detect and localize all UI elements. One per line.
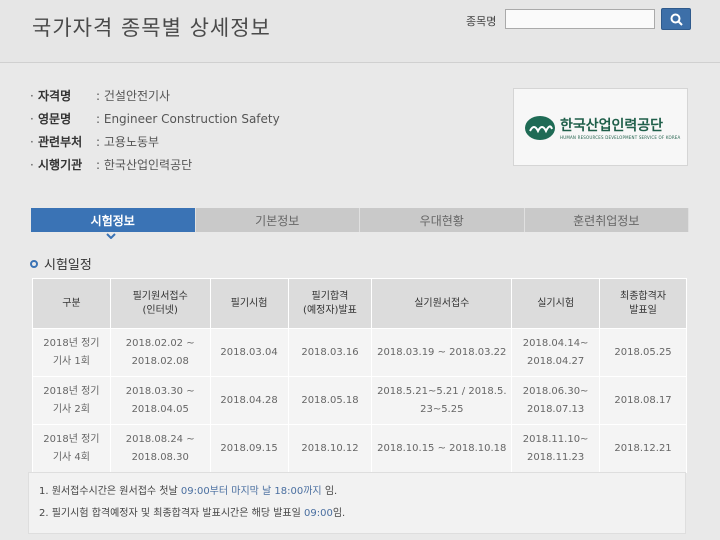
table-cell: 2018.09.15 <box>209 424 289 473</box>
search-input[interactable] <box>505 9 655 29</box>
info-label: 시행기관 <box>38 158 83 172</box>
note-item: 2. 필기시험 합격예정자 및 최종합격자 발표시간은 해당 발표일 09:00… <box>39 508 346 519</box>
table-cell: 2018.03.30 ~ 2018.04.05 <box>109 376 211 425</box>
info-row-english: · 영문명 : Engineer Construction Safety <box>30 111 280 127</box>
table-cell: 2018.04.14~ 2018.04.27 <box>511 328 601 377</box>
note-item: 1. 원서접수시간은 원서접수 첫날 09:00부터 마지막 날 18:00까지… <box>39 486 338 497</box>
info-row-ministry: · 관련부처 : 고용노동부 <box>30 134 160 150</box>
table-cell: 2018년 정기 기사 2회 <box>32 376 111 425</box>
column-header: 필기합격 (예정자)발표 <box>287 278 373 329</box>
table-cell: 2018.05.18 <box>287 376 373 425</box>
tab-bar: 시험정보 기본정보 우대현황 훈련취업정보 <box>31 208 689 232</box>
table-row: 2018년 정기 기사 4회 2018.08.24 ~ 2018.08.30 2… <box>32 424 687 473</box>
table-cell: 2018.10.15 ~ 2018.10.18 <box>371 424 513 473</box>
exam-schedule-table: 구분 필기원서접수 (인터넷) 필기시험 필기합격 (예정자)발표 실기원서접수… <box>32 278 687 473</box>
agency-logo: 한국산업인력공단 HUMAN RESOURCES DEVELOPMENT SER… <box>513 88 688 166</box>
table-cell: 2018.05.25 <box>599 328 687 377</box>
info-value: : 한국산업인력공단 <box>96 158 193 172</box>
chevron-down-icon <box>106 233 116 239</box>
table-header-row: 구분 필기원서접수 (인터넷) 필기시험 필기합격 (예정자)발표 실기원서접수… <box>32 278 687 329</box>
column-header: 필기원서접수 (인터넷) <box>109 278 211 329</box>
search-button[interactable] <box>661 8 691 30</box>
search-icon <box>670 13 683 26</box>
info-value: : 건설안전기사 <box>96 89 171 103</box>
column-header: 구분 <box>32 278 111 329</box>
column-header: 실기원서접수 <box>371 278 513 329</box>
qualification-info: · 자격명 : 건설안전기사 · 영문명 : Engineer Construc… <box>30 84 280 176</box>
header-divider <box>0 62 720 63</box>
page-title: 국가자격 종목별 상세정보 <box>32 16 271 40</box>
info-row-name: · 자격명 : 건설안전기사 <box>30 88 171 104</box>
agency-logo-subtitle: HUMAN RESOURCES DEVELOPMENT SERVICE OF K… <box>560 135 681 140</box>
page-header: 국가자격 종목별 상세정보 종목명 <box>0 0 720 62</box>
table-cell: 2018.03.16 <box>287 328 373 377</box>
table-cell: 2018.04.28 <box>209 376 289 425</box>
agency-logo-icon <box>525 116 555 140</box>
info-label: 관련부처 <box>38 135 83 149</box>
column-header: 최종합격자 발표일 <box>599 278 687 329</box>
info-label: 영문명 <box>38 112 72 126</box>
tab-exam-info[interactable]: 시험정보 <box>31 208 196 232</box>
table-cell: 2018.11.10~ 2018.11.23 <box>511 424 601 473</box>
info-value: : 고용노동부 <box>96 135 160 149</box>
table-cell: 2018.5.21~5.21 / 2018.5. 23~5.25 <box>371 376 513 425</box>
table-row: 2018년 정기 기사 1회 2018.02.02 ~ 2018.02.08 2… <box>32 328 687 377</box>
table-cell: 2018년 정기 기사 4회 <box>32 424 111 473</box>
table-cell: 2018.06.30~ 2018.07.13 <box>511 376 601 425</box>
table-cell: 2018.08.17 <box>599 376 687 425</box>
table-cell: 2018.08.24 ~ 2018.08.30 <box>109 424 211 473</box>
table-cell: 2018.03.19 ~ 2018.03.22 <box>371 328 513 377</box>
info-row-agency: · 시행기관 : 한국산업인력공단 <box>30 157 193 173</box>
tab-preference[interactable]: 우대현황 <box>360 208 525 232</box>
table-row: 2018년 정기 기사 2회 2018.03.30 ~ 2018.04.05 2… <box>32 376 687 425</box>
agency-logo-name: 한국산업인력공단 <box>560 118 664 134</box>
section-title: 시험일정 <box>30 254 92 273</box>
table-cell: 2018.12.21 <box>599 424 687 473</box>
bullet-ring-icon <box>30 259 38 268</box>
notes-box: 1. 원서접수시간은 원서접수 첫날 09:00부터 마지막 날 18:00까지… <box>28 472 686 534</box>
column-header: 실기시험 <box>511 278 601 329</box>
info-label: 자격명 <box>38 89 72 103</box>
tab-basic-info[interactable]: 기본정보 <box>195 208 360 232</box>
tab-training[interactable]: 훈련취업정보 <box>524 208 689 232</box>
search-label: 종목명 <box>466 15 497 28</box>
column-header: 필기시험 <box>209 278 289 329</box>
info-value: : Engineer Construction Safety <box>96 111 280 126</box>
table-cell: 2018.10.12 <box>287 424 373 473</box>
table-cell: 2018년 정기 기사 1회 <box>32 328 111 377</box>
table-cell: 2018.02.02 ~ 2018.02.08 <box>109 328 211 377</box>
table-cell: 2018.03.04 <box>209 328 289 377</box>
